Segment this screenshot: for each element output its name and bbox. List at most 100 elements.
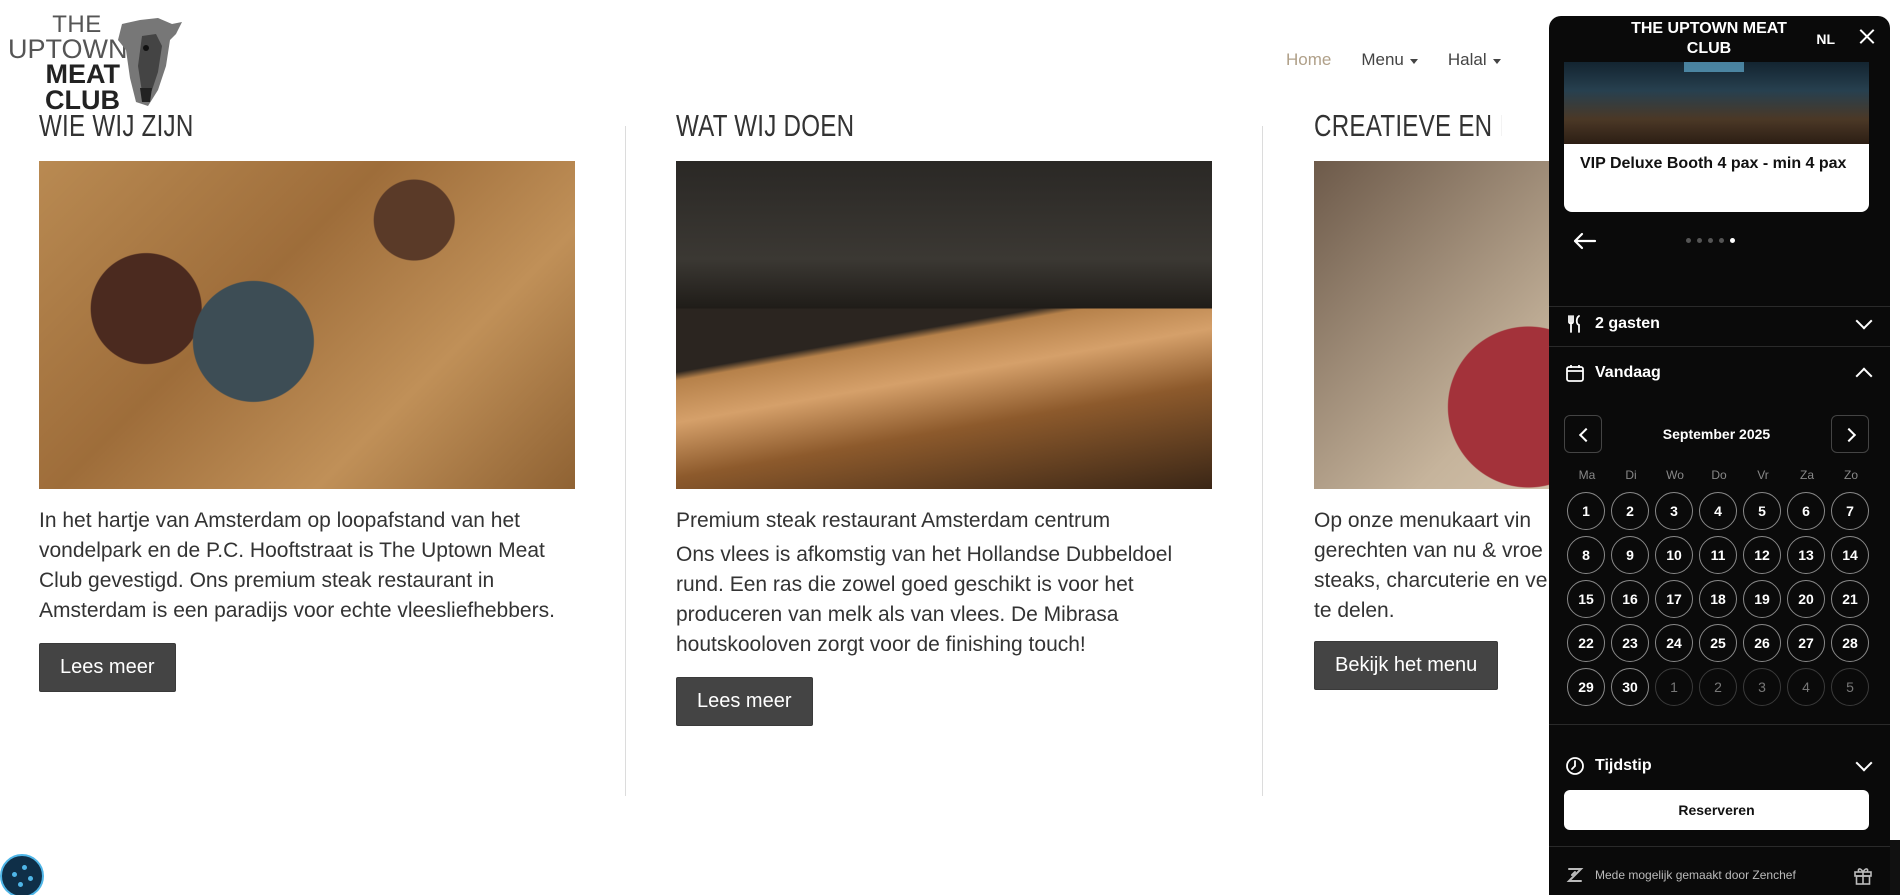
- calendar-day-next-month: 3: [1743, 668, 1781, 706]
- guests-selector[interactable]: 2 gasten: [1549, 304, 1890, 344]
- nav-item-home[interactable]: Home: [1286, 50, 1331, 70]
- column-subtitle: Premium steak restaurant Amsterdam centr…: [676, 509, 1111, 532]
- weekday-label: Wo: [1666, 468, 1684, 482]
- calendar-day[interactable]: 28: [1831, 624, 1869, 662]
- weekday-label: Zo: [1843, 468, 1858, 482]
- calendar-day[interactable]: 25: [1699, 624, 1737, 662]
- widget-header: THE UPTOWN MEAT CLUB NL: [1549, 16, 1890, 62]
- column-creatieve: CREATIEVE EN KLASSI Op onze menukaart vi…: [1314, 112, 1554, 690]
- calendar-day[interactable]: 23: [1611, 624, 1649, 662]
- cookie-settings-icon[interactable]: [0, 854, 44, 895]
- calendar-day[interactable]: 1: [1567, 492, 1605, 530]
- widget-title: THE UPTOWN MEAT CLUB: [1631, 20, 1787, 57]
- offer-card-label: VIP Deluxe Booth 4 pax - min 4 pax: [1580, 155, 1847, 172]
- carousel-dot[interactable]: [1686, 238, 1691, 243]
- lees-meer-button[interactable]: Lees meer: [39, 643, 176, 692]
- clock-icon: [1566, 757, 1584, 775]
- page-edge-element: [1890, 840, 1900, 895]
- calendar-day-next-month: 4: [1787, 668, 1825, 706]
- weekday-label: Za: [1799, 468, 1814, 482]
- weekday-label: Vr: [1757, 468, 1769, 482]
- caret-down-icon: [1409, 58, 1418, 64]
- calendar-day[interactable]: 9: [1611, 536, 1649, 574]
- chevron-up-icon: [1855, 367, 1873, 385]
- calendar-day[interactable]: 12: [1743, 536, 1781, 574]
- column-wie-wij-zijn: WIE WIJ ZIJN In het hartje van Amsterdam…: [39, 108, 577, 692]
- charcuterie-photo: [1314, 161, 1554, 489]
- calendar-day[interactable]: 20: [1787, 580, 1825, 618]
- calendar-day[interactable]: 22: [1567, 624, 1605, 662]
- calendar-day[interactable]: 2: [1611, 492, 1649, 530]
- calendar-day[interactable]: 7: [1831, 492, 1869, 530]
- main-nav: Home Menu Halal: [1286, 50, 1501, 70]
- calendar-day[interactable]: 18: [1699, 580, 1737, 618]
- chevron-down-icon: [1855, 312, 1873, 330]
- widget-footer: Mede mogelijk gemaakt door Zenchef: [1549, 854, 1890, 895]
- calendar-day[interactable]: 8: [1567, 536, 1605, 574]
- lees-meer-button[interactable]: Lees meer: [676, 677, 813, 726]
- calendar-day[interactable]: 26: [1743, 624, 1781, 662]
- carousel-dot[interactable]: [1708, 238, 1713, 243]
- food-table-photo: [39, 161, 575, 489]
- calendar-day-next-month: 1: [1655, 668, 1693, 706]
- gift-icon[interactable]: [1852, 864, 1874, 886]
- site-logo[interactable]: THE UPTOWN MEAT CLUB: [8, 13, 182, 113]
- calendar-grid: Ma Di Wo Do Vr Za Zo 1 2 3 4 5 6 7 8 9 10 11 12 13 14 15 16 17 1…: [1565, 468, 1873, 706]
- next-month-button[interactable]: [1831, 415, 1869, 453]
- nav-item-label: Home: [1286, 50, 1332, 69]
- calendar-nav: September 2025: [1564, 414, 1869, 454]
- calendar-day[interactable]: 19: [1743, 580, 1781, 618]
- offer-card[interactable]: VIP Deluxe Booth 4 pax - min 4 pax: [1564, 62, 1869, 212]
- calendar-day[interactable]: 24: [1655, 624, 1693, 662]
- calendar-day[interactable]: 13: [1787, 536, 1825, 574]
- carousel-dot[interactable]: [1697, 238, 1702, 243]
- carousel-dot[interactable]: [1719, 238, 1724, 243]
- booking-widget: THE UPTOWN MEAT CLUB NL VIP Deluxe Booth…: [1549, 16, 1890, 895]
- nav-item-label: Halal: [1447, 50, 1487, 69]
- calendar-day[interactable]: 17: [1655, 580, 1693, 618]
- cutlery-icon: [1568, 315, 1580, 333]
- language-selector[interactable]: NL: [1816, 31, 1835, 47]
- calendar-day-next-month: 2: [1699, 668, 1737, 706]
- carousel-dot[interactable]: [1730, 238, 1735, 243]
- carousel-dots[interactable]: [1686, 238, 1735, 243]
- nav-item-menu[interactable]: Menu: [1361, 50, 1418, 70]
- calendar-day[interactable]: 15: [1567, 580, 1605, 618]
- date-selector[interactable]: Vandaag: [1549, 353, 1890, 393]
- calendar-day[interactable]: 27: [1787, 624, 1825, 662]
- calendar-day[interactable]: 14: [1831, 536, 1869, 574]
- nav-item-halal[interactable]: Halal: [1448, 50, 1501, 70]
- calendar-day[interactable]: 16: [1611, 580, 1649, 618]
- logo-wordmark: THE UPTOWN MEAT CLUB: [8, 13, 128, 114]
- column-heading: WAT WIJ DOEN: [676, 108, 855, 143]
- calendar-day[interactable]: 6: [1787, 492, 1825, 530]
- reserve-button[interactable]: Reserveren: [1564, 790, 1869, 830]
- booth-photo: [1564, 62, 1869, 144]
- cow-head-logo-icon: [118, 18, 182, 106]
- time-label: Tijdstip: [1595, 757, 1652, 774]
- divider: [1549, 346, 1890, 347]
- restaurant-interior-photo: [676, 161, 1212, 489]
- arrow-left-icon[interactable]: [1571, 231, 1597, 251]
- calendar-day[interactable]: 30: [1611, 668, 1649, 706]
- calendar-day[interactable]: 3: [1655, 492, 1693, 530]
- calendar-day[interactable]: 5: [1743, 492, 1781, 530]
- close-icon[interactable]: [1856, 26, 1878, 48]
- chevron-down-icon: [1855, 754, 1873, 772]
- calendar-day[interactable]: 29: [1567, 668, 1605, 706]
- previous-month-button[interactable]: [1564, 415, 1602, 453]
- time-selector[interactable]: Tijdstip: [1549, 746, 1890, 786]
- calendar-day[interactable]: 10: [1655, 536, 1693, 574]
- calendar-day[interactable]: 11: [1699, 536, 1737, 574]
- column-heading: CREATIEVE EN KLASSI: [1314, 112, 1501, 143]
- calendar-icon: [1566, 365, 1584, 382]
- date-label: Vandaag: [1595, 364, 1661, 381]
- bekijk-menu-button[interactable]: Bekijk het menu: [1314, 641, 1499, 690]
- weekday-label: Di: [1625, 468, 1637, 482]
- calendar-day[interactable]: 21: [1831, 580, 1869, 618]
- weekday-label: Do: [1711, 468, 1727, 482]
- column-divider: [625, 126, 626, 796]
- caret-down-icon: [1492, 58, 1501, 64]
- calendar-day[interactable]: 4: [1699, 492, 1737, 530]
- guests-label: 2 gasten: [1595, 315, 1660, 332]
